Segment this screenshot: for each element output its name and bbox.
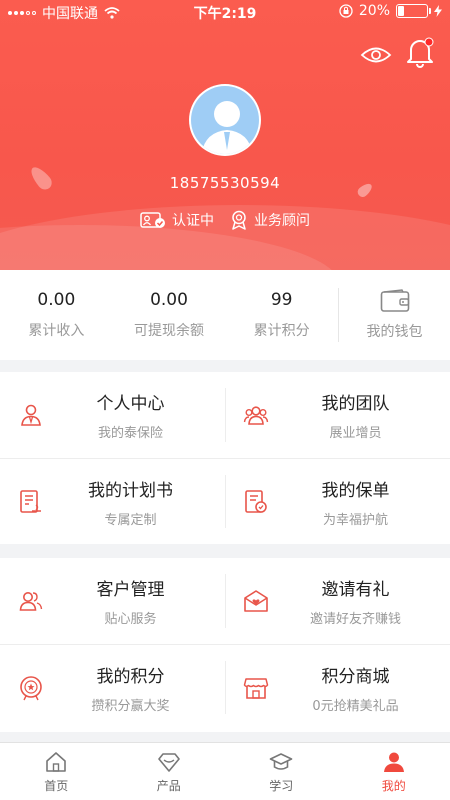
verify-status-badge[interactable]: 认证中 (140, 210, 214, 230)
menu-points-mall[interactable]: 积分商城 0元抢精美礼品 (225, 645, 450, 730)
tab-study[interactable]: 学习 (225, 743, 338, 800)
study-cap-icon (269, 752, 293, 770)
eye-icon[interactable] (360, 44, 392, 66)
battery-icon (396, 4, 431, 18)
policy-icon (245, 489, 267, 513)
tab-label: 学习 (269, 778, 294, 793)
charging-icon (434, 5, 442, 17)
wallet-button[interactable]: 我的钱包 (338, 288, 450, 342)
wallet-icon (380, 289, 409, 312)
stat-withdrawable-balance[interactable]: 0.00 可提现余额 (113, 270, 226, 360)
menu-my-team[interactable]: 我的团队 展业增员 (225, 372, 450, 458)
bottom-tab-bar: 首页 产品 学习 我的 (0, 742, 450, 800)
product-gem-icon (157, 752, 180, 772)
menu-subtitle: 0元抢精美礼品 (312, 698, 399, 714)
menu-my-policy[interactable]: 我的保单 为幸福护航 (225, 459, 450, 544)
avatar[interactable] (189, 84, 261, 156)
menu-title: 我的积分 (96, 666, 165, 687)
menu-title: 邀请有礼 (321, 580, 390, 600)
profile-icon (383, 752, 404, 772)
tab-label: 产品 (156, 778, 181, 793)
stat-label: 累计积分 (253, 323, 310, 339)
menu-group-benefits: 客户管理贴心服务 邀请有礼邀请好友齐赚钱 我的积分攒积分赢大奖 积分商城 0元抢精… (0, 558, 450, 732)
wallet-label: 我的钱包 (366, 324, 423, 340)
team-icon (243, 406, 269, 425)
tab-products[interactable]: 产品 (113, 743, 226, 800)
battery-percent: 20% (358, 3, 390, 19)
tab-label: 首页 (44, 778, 69, 793)
menu-customer-management[interactable]: 客户管理 贴心服务 (0, 558, 225, 644)
menu-title: 我的团队 (321, 394, 390, 414)
user-phone: 18575530594 (169, 174, 281, 192)
home-icon (46, 751, 67, 772)
stat-total-points[interactable]: 99 累计积分 (225, 270, 338, 360)
menu-my-points[interactable]: 我的积分攒积分赢大奖 (0, 645, 225, 730)
award-ribbon-icon (232, 210, 246, 230)
profile-header: 中国联通 下午2:19 20% 18575530594 认证中 业务顾问 (0, 0, 450, 270)
menu-group-account: 个人中心我的泰保险 我的团队展业增员 我的计划书专属定制 我的保单为幸福护航 (0, 372, 450, 544)
points-medal-icon (20, 675, 42, 700)
stat-value: 0.00 (150, 290, 188, 310)
invite-envelope-icon (244, 590, 268, 612)
id-card-icon (140, 212, 165, 228)
menu-subtitle: 专属定制 (104, 512, 157, 528)
menu-title: 我的计划书 (88, 480, 173, 501)
stat-label: 可提现余额 (134, 323, 204, 339)
verify-status-label: 认证中 (172, 213, 214, 229)
tab-mine[interactable]: 我的 (338, 743, 450, 800)
tab-home[interactable]: 首页 (0, 743, 113, 800)
menu-subtitle: 我的泰保险 (97, 426, 163, 441)
stat-value: 0.00 (37, 290, 76, 310)
role-badge[interactable]: 业务顾问 (230, 210, 310, 230)
customers-icon (19, 592, 43, 611)
role-label: 业务顾问 (254, 213, 310, 229)
user-avatar-icon (191, 86, 259, 154)
user-badges: 认证中 业务顾问 (0, 210, 450, 230)
menu-title: 个人中心 (96, 394, 165, 414)
menu-my-plan[interactable]: 我的计划书 专属定制 (0, 459, 225, 544)
store-icon (243, 677, 269, 699)
menu-subtitle: 攒积分赢大奖 (91, 698, 170, 714)
menu-subtitle: 为幸福护航 (322, 512, 388, 528)
menu-invite-friends[interactable]: 邀请有礼邀请好友齐赚钱 (225, 558, 450, 644)
status-bar: 中国联通 下午2:19 20% (0, 0, 450, 24)
menu-title: 客户管理 (96, 580, 165, 600)
stats-panel: 0.00 累计收入 0.00 可提现余额 99 累计积分 我的钱包 (0, 270, 450, 360)
plan-document-icon (20, 489, 41, 513)
menu-title: 我的保单 (321, 480, 390, 501)
tab-label: 我的 (381, 778, 406, 793)
menu-subtitle: 贴心服务 (104, 612, 157, 627)
stat-label: 累计收入 (28, 323, 85, 339)
stat-total-income[interactable]: 0.00 累计收入 (0, 270, 113, 360)
bell-icon[interactable] (405, 36, 435, 68)
orientation-lock-icon (339, 4, 353, 18)
menu-subtitle: 邀请好友齐赚钱 (309, 612, 401, 627)
person-icon (21, 404, 41, 426)
menu-title: 积分商城 (321, 666, 390, 687)
menu-subtitle: 展业增员 (329, 426, 382, 441)
menu-personal-center[interactable]: 个人中心 我的泰保险 (0, 372, 225, 458)
stat-value: 99 (270, 290, 293, 310)
